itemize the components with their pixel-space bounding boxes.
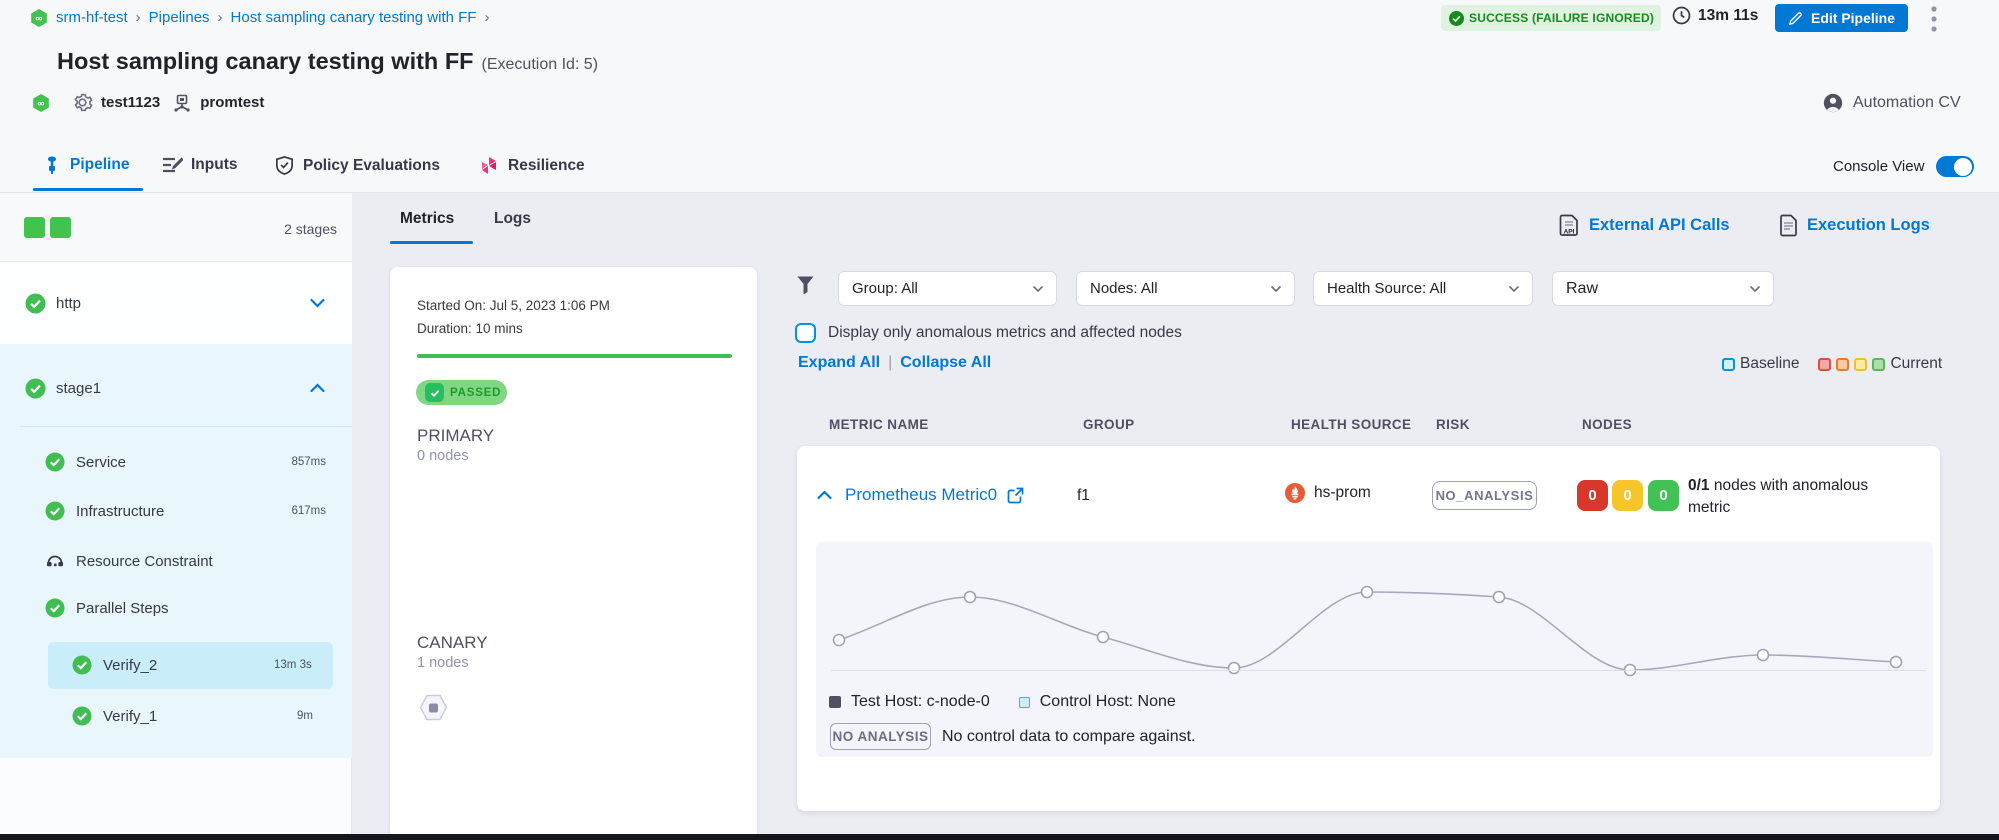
svg-text:API: API [1564,229,1575,236]
svg-text:∞: ∞ [37,98,44,109]
svg-text:∞: ∞ [35,14,42,25]
